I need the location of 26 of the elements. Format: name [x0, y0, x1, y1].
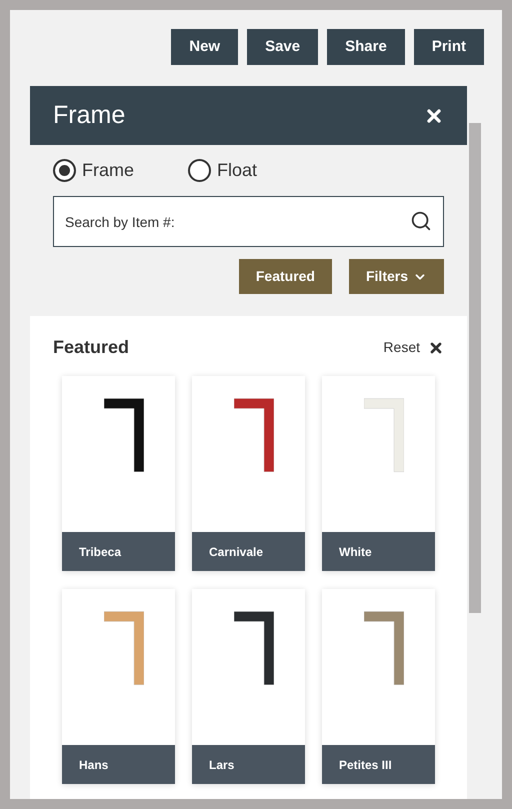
close-icon [428, 340, 444, 356]
section-title: Featured [53, 336, 130, 359]
toolbar-button[interactable]: Share [327, 29, 405, 65]
panel-title: Frame [53, 100, 126, 131]
frame-card[interactable]: Carnivale [192, 376, 305, 571]
search-icon [410, 210, 432, 232]
frame-card[interactable]: White [322, 376, 435, 571]
toolbar-button[interactable]: New [171, 29, 238, 65]
frame-name: Hans [62, 745, 175, 784]
frame-name: Tribeca [62, 532, 175, 571]
mode-radio[interactable]: Float [188, 157, 258, 184]
mode-radio[interactable]: Frame [53, 157, 134, 184]
frame-name: White [322, 532, 435, 571]
frame-card[interactable]: Tribeca [62, 376, 175, 571]
filter-button[interactable]: Filters [348, 259, 444, 294]
frame-card[interactable]: Petites III [322, 589, 435, 784]
toolbar-button[interactable]: Save [247, 29, 318, 65]
reset-button[interactable]: Reset [383, 337, 444, 358]
frame-name: Lars [192, 745, 305, 784]
frame-card[interactable]: Lars [192, 589, 305, 784]
toolbar-button[interactable]: Print [414, 29, 484, 65]
frame-name: Carnivale [192, 532, 305, 571]
frame-name: Petites III [322, 745, 435, 784]
filter-button[interactable]: Featured [238, 259, 332, 294]
search-field[interactable]: Search by Item #: [53, 196, 444, 247]
frame-card[interactable]: Hans [62, 589, 175, 784]
